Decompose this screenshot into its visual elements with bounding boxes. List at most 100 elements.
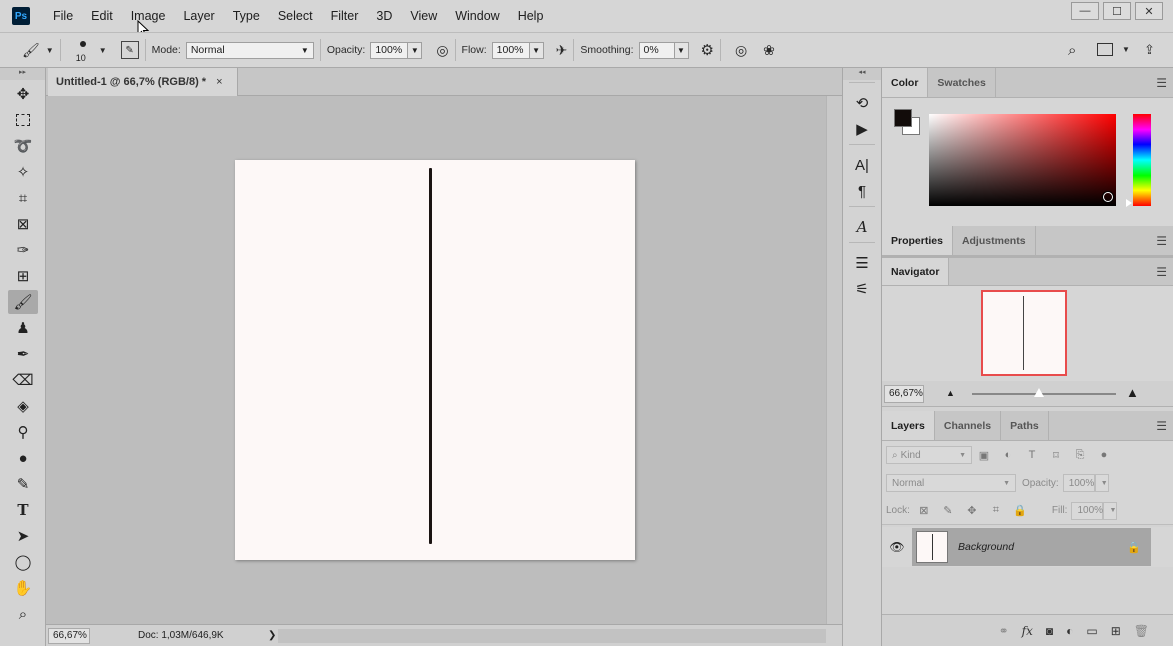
status-zoom-input[interactable]: 66,67%	[48, 627, 90, 644]
opacity-input[interactable]: 100%	[370, 41, 409, 59]
new-adjustment-layer-icon[interactable]: ◐	[1066, 624, 1073, 638]
layer-kind-filter[interactable]: ⌕ Kind ▼	[886, 446, 972, 464]
close-window-button[interactable]: ✕	[1135, 2, 1163, 20]
delete-layer-icon[interactable]: 🗑	[1134, 624, 1149, 638]
layer-blend-mode-select[interactable]: Normal ▼	[886, 474, 1016, 492]
minimize-button[interactable]: —	[1071, 2, 1099, 20]
character-panel-icon[interactable]: A|	[843, 152, 881, 178]
vertical-scrollbar[interactable]	[826, 96, 842, 624]
canvas-area[interactable]	[46, 96, 826, 624]
history-brush-tool-icon[interactable]: ✒	[8, 342, 38, 366]
filter-adjustment-icon[interactable]: ◐	[996, 449, 1020, 461]
blur-tool-icon[interactable]: ⚲	[8, 420, 38, 444]
menu-edit[interactable]: Edit	[82, 9, 122, 23]
magic-wand-tool-icon[interactable]: ✧	[8, 160, 38, 184]
menu-file[interactable]: File	[44, 9, 82, 23]
workspace-icon[interactable]	[1097, 43, 1113, 56]
lock-all-icon[interactable]: 🔒	[1008, 504, 1032, 517]
chevron-down-icon[interactable]: ▼	[1122, 45, 1130, 54]
chevron-down-icon[interactable]: ▼	[674, 41, 689, 59]
filter-shape-icon[interactable]: ⌑	[1044, 449, 1068, 462]
panel-menu-icon[interactable]: ☰	[1156, 411, 1167, 440]
visibility-eye-icon[interactable]: 👁	[882, 540, 912, 554]
layer-item[interactable]: Background 🔒	[912, 528, 1151, 566]
pressure-size-icon[interactable]: ◎	[735, 42, 747, 59]
brush-tool-icon[interactable]: 🖌	[8, 290, 38, 314]
gear-icon[interactable]: ⚙	[701, 41, 714, 59]
new-group-icon[interactable]: ▭	[1086, 624, 1097, 638]
chevron-down-icon[interactable]: ▼	[99, 46, 107, 55]
zoom-tool-icon[interactable]: ⌕	[8, 602, 38, 626]
tab-swatches[interactable]: Swatches	[928, 68, 996, 97]
chevron-down-icon[interactable]: ▼	[46, 46, 54, 55]
navigator-thumbnail[interactable]	[981, 290, 1067, 376]
path-selection-tool-icon[interactable]: ➤	[8, 524, 38, 548]
smoothing-input[interactable]: 0%	[638, 41, 675, 59]
dodge-tool-icon[interactable]: ●	[8, 446, 38, 470]
menu-help[interactable]: Help	[509, 9, 553, 23]
airbrush-icon[interactable]: ✈	[556, 42, 568, 59]
brush-size-picker[interactable]: 10	[73, 35, 97, 65]
menu-3d[interactable]: 3D	[367, 9, 401, 23]
lock-icon[interactable]: 🔒	[1127, 541, 1141, 554]
zoom-out-icon[interactable]: ▲	[946, 388, 955, 398]
brushes-panel-icon[interactable]: ⚟	[843, 276, 881, 302]
navigator-zoom-input[interactable]: 66,67%	[884, 384, 924, 403]
history-panel-icon[interactable]: ⟲	[843, 90, 881, 116]
document-canvas[interactable]	[235, 160, 635, 560]
flow-input[interactable]: 100%	[491, 41, 530, 59]
color-field[interactable]	[929, 114, 1116, 206]
tab-layers[interactable]: Layers	[882, 411, 935, 440]
add-mask-icon[interactable]: ◙	[1046, 624, 1053, 638]
filter-smart-object-icon[interactable]: ⎘	[1068, 449, 1092, 462]
layer-fill-input[interactable]: 100%	[1071, 501, 1104, 520]
navigator-zoom-slider[interactable]	[972, 388, 1116, 397]
pressure-opacity-icon[interactable]: ◎	[436, 42, 448, 59]
collapse-dock-icon[interactable]: ◂◂	[843, 68, 881, 80]
hand-tool-icon[interactable]: ✋	[8, 576, 38, 600]
filter-toggle-icon[interactable]: ●	[1092, 449, 1116, 461]
horizontal-scrollbar[interactable]	[278, 629, 826, 643]
paragraph-panel-icon[interactable]: ¶	[843, 178, 881, 204]
menu-window[interactable]: Window	[446, 9, 508, 23]
pen-tool-icon[interactable]: ✎	[8, 472, 38, 496]
panel-menu-icon[interactable]: ☰	[1156, 258, 1167, 285]
chevron-down-icon[interactable]: ▼	[408, 41, 423, 59]
menu-view[interactable]: View	[401, 9, 446, 23]
layer-opacity-input[interactable]: 100%	[1062, 474, 1095, 492]
foreground-color-swatch[interactable]	[894, 109, 912, 127]
stamp-tool-icon[interactable]: ♟	[8, 316, 38, 340]
search-icon[interactable]: ⌕	[1068, 42, 1076, 59]
filter-pixel-icon[interactable]: ▣	[972, 449, 996, 462]
actions-panel-icon[interactable]: ▶	[843, 116, 881, 142]
tab-adjustments[interactable]: Adjustments	[953, 226, 1036, 255]
layer-row[interactable]: 👁 Background 🔒	[882, 527, 1173, 567]
paint-bucket-tool-icon[interactable]: ◈	[8, 394, 38, 418]
healing-brush-tool-icon[interactable]: ⊞	[8, 264, 38, 288]
eyedropper-tool-icon[interactable]: ✑	[8, 238, 38, 262]
slider-knob[interactable]	[1034, 388, 1044, 397]
move-tool-icon[interactable]: ✥	[8, 82, 38, 106]
tab-properties[interactable]: Properties	[882, 226, 953, 255]
panel-menu-icon[interactable]: ☰	[1156, 226, 1167, 255]
brush-settings-icon[interactable]: ✎	[120, 41, 139, 59]
status-menu-arrow-icon[interactable]: ❯	[268, 630, 276, 641]
layer-style-icon[interactable]: fx	[1022, 624, 1033, 638]
filter-type-icon[interactable]: T	[1020, 449, 1044, 461]
crop-tool-icon[interactable]: ⌗	[8, 186, 38, 210]
brush-preset-icon[interactable]: 🖌	[22, 42, 40, 59]
zoom-in-icon[interactable]: ▲	[1126, 385, 1139, 400]
hue-slider[interactable]	[1133, 114, 1151, 206]
glyphs-panel-icon[interactable]: A	[843, 214, 881, 240]
document-tab[interactable]: Untitled-1 @ 66,7% (RGB/8) * ×	[48, 68, 238, 96]
chevron-down-icon[interactable]: ▼	[1094, 474, 1109, 492]
ellipse-tool-icon[interactable]: ◯	[8, 550, 38, 574]
close-icon[interactable]: ×	[216, 76, 222, 88]
menu-layer[interactable]: Layer	[174, 9, 223, 23]
lock-position-icon[interactable]: ✥	[960, 504, 984, 517]
frame-tool-icon[interactable]: ⊠	[8, 212, 38, 236]
mode-select[interactable]: Normal ▼	[185, 41, 314, 59]
link-layers-icon[interactable]: ⚭	[999, 624, 1009, 638]
lock-pixels-icon[interactable]: ✎	[936, 504, 960, 517]
brush-settings-panel-icon[interactable]: ☰	[843, 250, 881, 276]
